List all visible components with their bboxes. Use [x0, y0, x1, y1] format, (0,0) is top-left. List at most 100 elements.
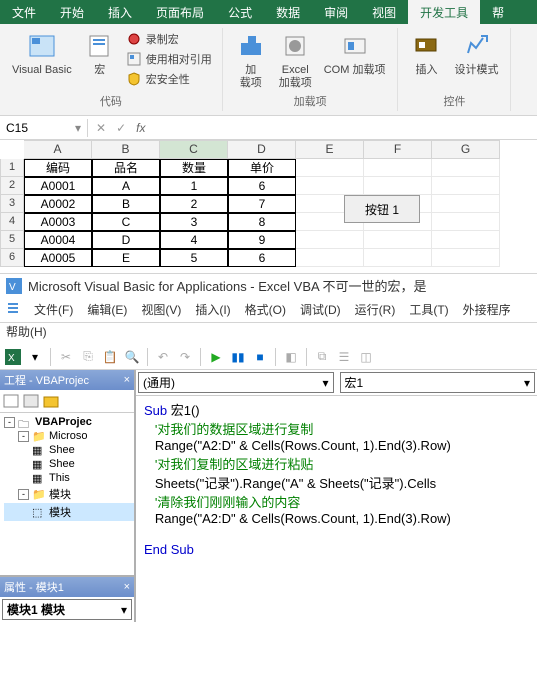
fx-icon[interactable]: fx — [136, 121, 145, 135]
vba-menu-tools[interactable]: 工具(T) — [409, 301, 448, 318]
tab-formulas[interactable]: 公式 — [216, 0, 264, 24]
vba-menu-addins[interactable]: 外接程序 — [463, 301, 511, 318]
cancel-icon[interactable]: ✕ — [96, 121, 106, 135]
vba-menu-help[interactable]: 帮助(H) — [6, 323, 47, 340]
confirm-icon[interactable]: ✓ — [116, 121, 126, 135]
cell[interactable] — [364, 159, 432, 177]
col-header-a[interactable]: A — [24, 140, 92, 159]
cell[interactable]: 数量 — [160, 159, 228, 177]
relative-ref-button[interactable]: 使用相对引用 — [122, 50, 216, 68]
visual-basic-button[interactable]: Visual Basic — [6, 28, 78, 79]
cell[interactable] — [296, 231, 364, 249]
col-header-f[interactable]: F — [364, 140, 432, 159]
copy-icon[interactable]: ⎘ — [79, 348, 97, 366]
col-header-e[interactable]: E — [296, 140, 364, 159]
form-button-1[interactable]: 按钮 1 — [344, 195, 420, 223]
row-header[interactable]: 3 — [0, 195, 24, 213]
cell[interactable] — [364, 249, 432, 267]
tree-toggle[interactable]: - — [18, 431, 29, 442]
excel-icon[interactable]: X — [4, 348, 22, 366]
cell[interactable]: A0002 — [24, 195, 92, 213]
row-header[interactable]: 4 — [0, 213, 24, 231]
tree-sheet[interactable]: ▦Shee — [4, 443, 134, 457]
tab-layout[interactable]: 页面布局 — [144, 0, 216, 24]
break-icon[interactable]: ▮▮ — [229, 348, 247, 366]
code-editor[interactable]: Sub 宏1() '对我们的数据区域进行复制 Range("A2:D" & Ce… — [136, 396, 537, 622]
name-box-dropdown-icon[interactable]: ▾ — [75, 121, 81, 135]
record-macro-button[interactable]: 录制宏 — [122, 30, 216, 48]
cell[interactable] — [364, 177, 432, 195]
cell[interactable] — [296, 159, 364, 177]
design-icon[interactable]: ◧ — [282, 348, 300, 366]
com-addins-button[interactable]: COM 加载项 — [318, 28, 392, 79]
cell[interactable] — [432, 177, 500, 195]
col-header-c[interactable]: C — [160, 140, 228, 159]
cell[interactable]: E — [92, 249, 160, 267]
object-browser-icon[interactable]: ◫ — [357, 348, 375, 366]
tab-data[interactable]: 数据 — [264, 0, 312, 24]
procedure-dropdown[interactable]: 宏1▾ — [340, 372, 536, 393]
cell[interactable]: 编码 — [24, 159, 92, 177]
macros-button[interactable]: 宏 — [78, 28, 122, 79]
cell[interactable] — [296, 249, 364, 267]
cell[interactable]: 6 — [228, 177, 296, 195]
cell[interactable]: A — [92, 177, 160, 195]
row-header[interactable]: 2 — [0, 177, 24, 195]
redo-icon[interactable]: ↷ — [176, 348, 194, 366]
vba-menu-run[interactable]: 运行(R) — [355, 301, 396, 318]
undo-icon[interactable]: ↶ — [154, 348, 172, 366]
tab-help[interactable]: 帮 — [480, 0, 516, 24]
cell[interactable] — [432, 231, 500, 249]
cell[interactable]: D — [92, 231, 160, 249]
col-header-b[interactable]: B — [92, 140, 160, 159]
view-code-icon[interactable] — [2, 392, 20, 410]
row-header[interactable]: 5 — [0, 231, 24, 249]
paste-icon[interactable]: 📋 — [101, 348, 119, 366]
cell[interactable]: 品名 — [92, 159, 160, 177]
vba-menu-format[interactable]: 格式(O) — [245, 301, 286, 318]
cell[interactable]: 2 — [160, 195, 228, 213]
cell[interactable]: 3 — [160, 213, 228, 231]
cell[interactable] — [364, 231, 432, 249]
cell[interactable]: A0003 — [24, 213, 92, 231]
cell[interactable]: 5 — [160, 249, 228, 267]
cell[interactable]: 单价 — [228, 159, 296, 177]
insert-control-button[interactable]: 插入 — [404, 28, 448, 79]
cell[interactable]: 7 — [228, 195, 296, 213]
cell[interactable] — [296, 177, 364, 195]
addins-button[interactable]: 加 载项 — [229, 28, 273, 92]
cell[interactable] — [432, 213, 500, 231]
panel-close-icon[interactable]: × — [124, 374, 130, 386]
tree-root[interactable]: -🗀VBAProjec — [4, 415, 134, 429]
col-header-g[interactable]: G — [432, 140, 500, 159]
reset-icon[interactable]: ■ — [251, 348, 269, 366]
design-mode-button[interactable]: 设计模式 — [448, 28, 504, 79]
object-dropdown[interactable]: (通用)▾ — [138, 372, 334, 393]
toggle-folders-icon[interactable] — [42, 392, 60, 410]
vba-menu-insert[interactable]: 插入(I) — [195, 301, 230, 318]
project-explorer-icon[interactable]: ⧉ — [313, 348, 331, 366]
run-icon[interactable]: ▶ — [207, 348, 225, 366]
tree-toggle[interactable]: - — [4, 417, 15, 428]
cell[interactable] — [432, 249, 500, 267]
row-header[interactable]: 6 — [0, 249, 24, 267]
tab-insert[interactable]: 插入 — [96, 0, 144, 24]
tab-home[interactable]: 开始 — [48, 0, 96, 24]
name-box[interactable]: C15 ▾ — [0, 119, 88, 137]
find-icon[interactable]: 🔍 — [123, 348, 141, 366]
cut-icon[interactable]: ✂ — [57, 348, 75, 366]
cell[interactable]: A0005 — [24, 249, 92, 267]
cell[interactable]: 6 — [228, 249, 296, 267]
cell[interactable]: A0001 — [24, 177, 92, 195]
vba-menu-edit[interactable]: 编辑(E) — [87, 301, 127, 318]
tree-thisworkbook[interactable]: ▦This — [4, 471, 134, 485]
tree-toggle[interactable]: - — [18, 489, 29, 500]
col-header-d[interactable]: D — [228, 140, 296, 159]
tree-sheet[interactable]: ▦Shee — [4, 457, 134, 471]
properties-object-dd[interactable]: 模块1 模块▾ — [0, 597, 134, 622]
cell[interactable]: 9 — [228, 231, 296, 249]
insert-module-icon[interactable]: ▾ — [26, 348, 44, 366]
properties-icon[interactable]: ☰ — [335, 348, 353, 366]
cell[interactable]: 1 — [160, 177, 228, 195]
vba-menu-view[interactable]: 视图(V) — [141, 301, 181, 318]
